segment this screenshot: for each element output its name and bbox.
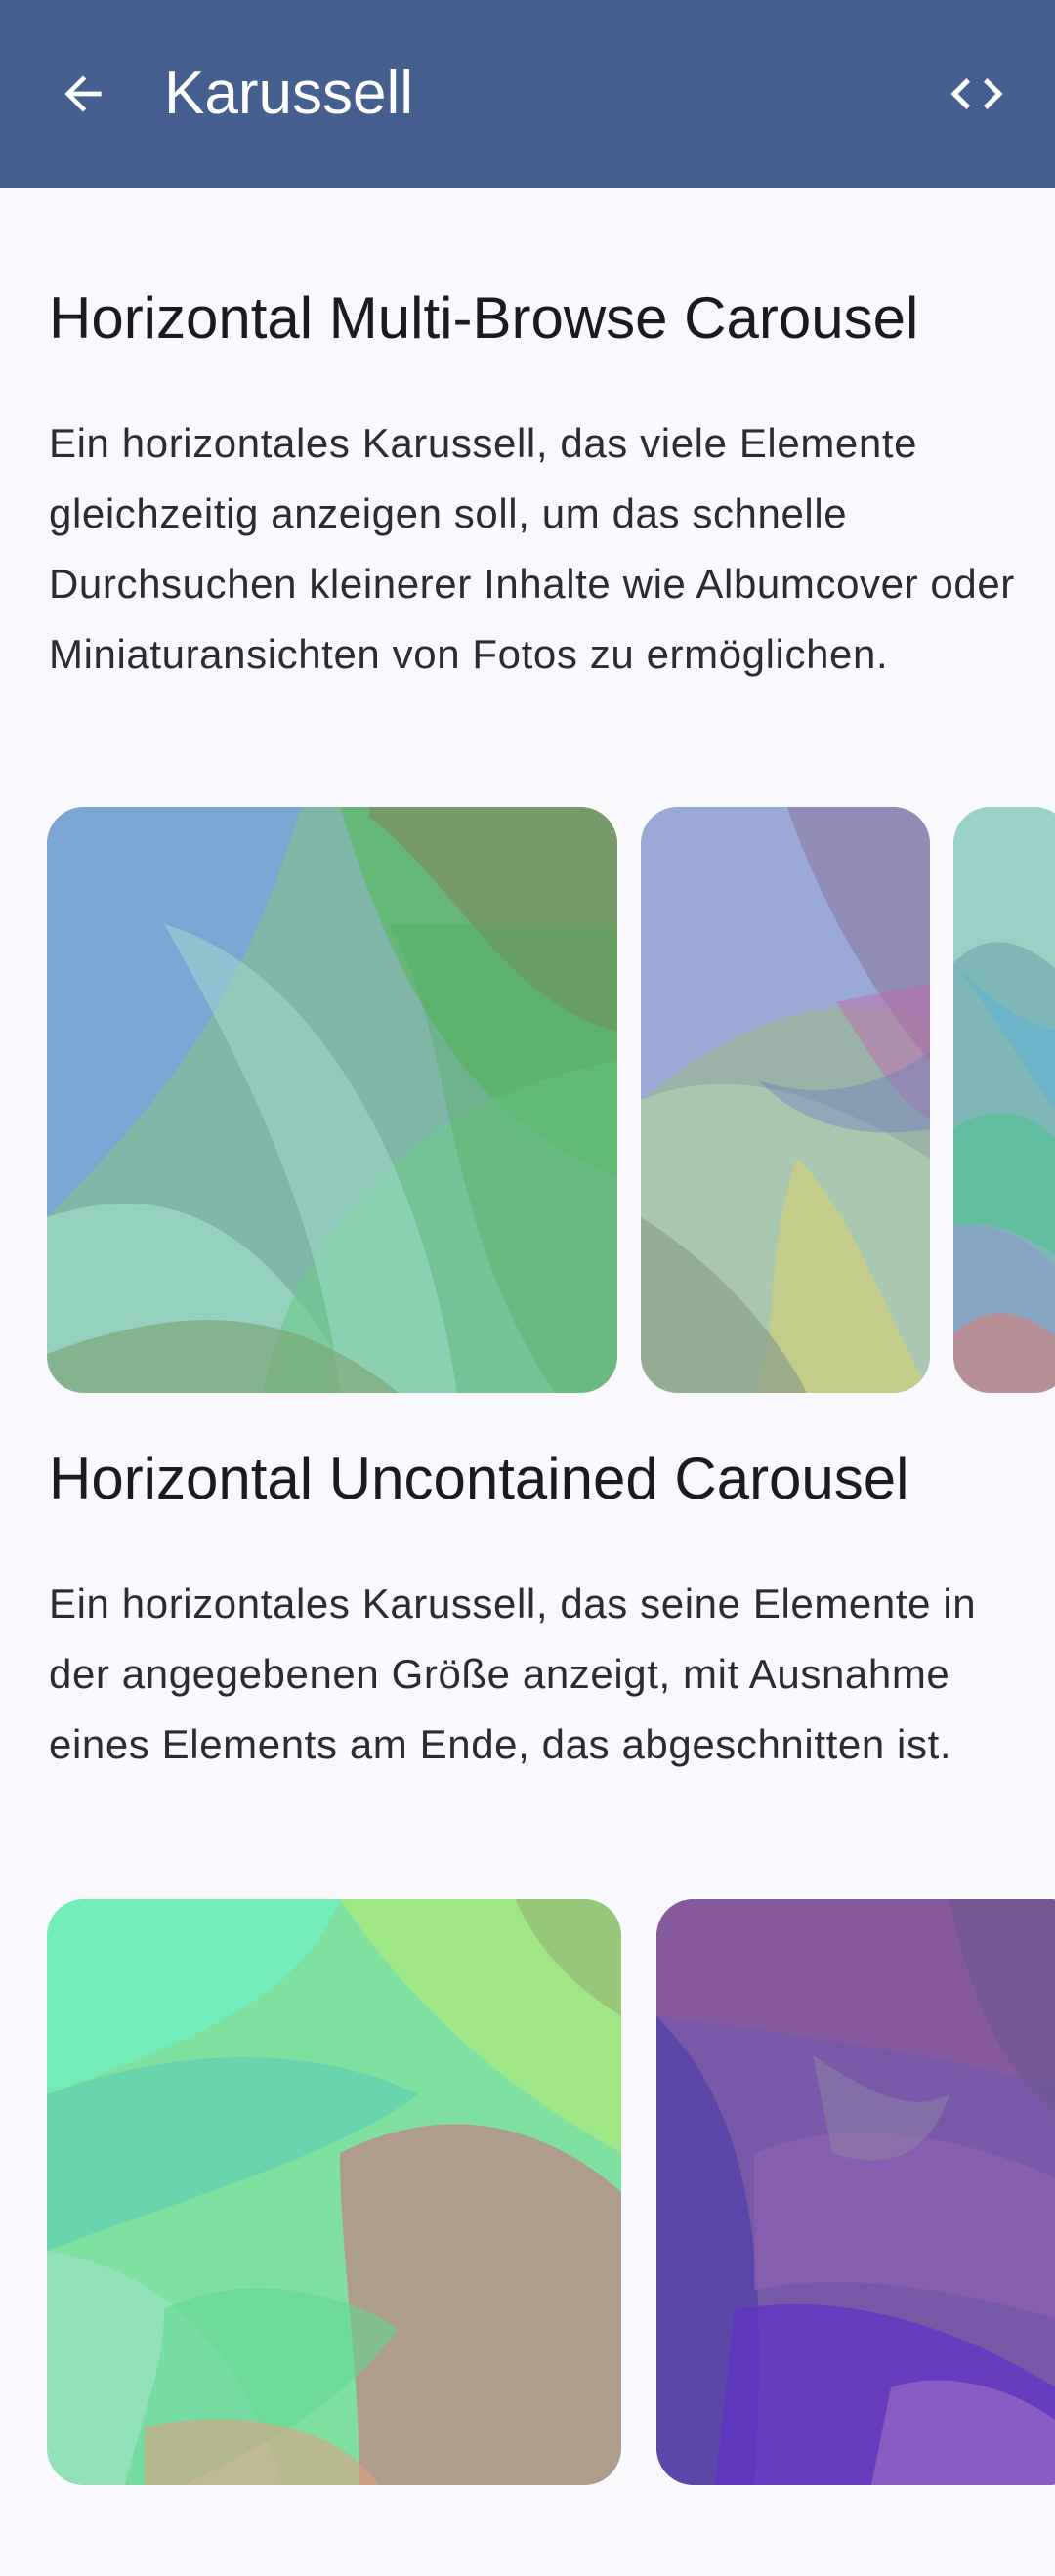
- page-title: Karussell: [164, 60, 413, 127]
- carousel-item-image[interactable]: [641, 807, 930, 1393]
- view-code-button[interactable]: [928, 45, 1026, 143]
- section-title-multi-browse: Horizontal Multi-Browse Carousel: [49, 285, 919, 351]
- carousel-item-image[interactable]: [47, 807, 617, 1393]
- carousel-item-image[interactable]: [47, 1899, 621, 2485]
- section-description-multi-browse: Ein horizontales Karussell, das viele El…: [49, 420, 1015, 677]
- back-button[interactable]: [39, 45, 127, 143]
- code-brackets-icon: [950, 78, 1003, 109]
- carousel-item-image-partial[interactable]: [953, 807, 1055, 1393]
- arrow-back-icon: [64, 75, 102, 112]
- section-description-uncontained: Ein horizontales Karussell, das seine El…: [49, 1581, 977, 1767]
- carousel-item-image-partial[interactable]: [656, 1899, 1055, 2485]
- section-title-uncontained: Horizontal Uncontained Carousel: [49, 1446, 909, 1511]
- top-app-bar: Karussell: [0, 0, 1055, 188]
